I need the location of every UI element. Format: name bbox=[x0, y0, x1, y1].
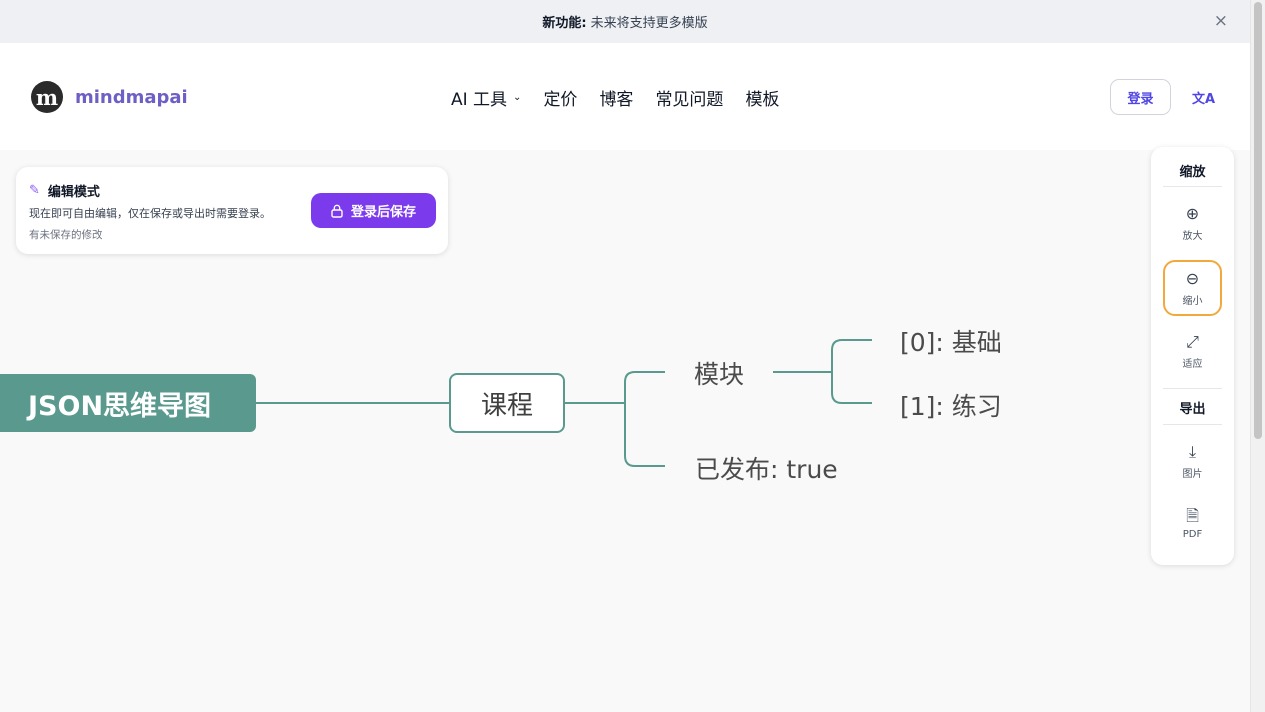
connector-module-items bbox=[773, 339, 872, 404]
zoom-out-label: 缩小 bbox=[1182, 295, 1203, 307]
connector-course-children bbox=[565, 371, 665, 467]
lock-icon bbox=[331, 204, 343, 218]
fit-button[interactable]: ⤢ 适应 bbox=[1163, 323, 1222, 379]
divider bbox=[1163, 388, 1222, 389]
announcement-text: 未来将支持更多模版 bbox=[590, 16, 708, 31]
nav-item-faq[interactable]: 常见问题 bbox=[655, 85, 723, 110]
zoom-in-button[interactable]: ⊕ 放大 bbox=[1163, 195, 1222, 251]
zoom-export-panel: 缩放 ⊕ 放大 ⊖ 缩小 ⤢ 适应 导出 ⤓ 图片 🗎 PDF bbox=[1151, 147, 1234, 565]
export-image-label: 图片 bbox=[1182, 468, 1203, 480]
language-icon[interactable]: 文A bbox=[1192, 88, 1215, 107]
edit-mode-title: ✎ 编辑模式 bbox=[29, 181, 100, 200]
zoom-out-icon: ⊖ bbox=[1185, 268, 1200, 288]
main-menu: AI 工具 ⌄ 定价 博客 常见问题 模板 bbox=[451, 85, 779, 110]
login-button[interactable]: 登录 bbox=[1110, 79, 1171, 115]
login-to-save-button[interactable]: 登录后保存 bbox=[311, 193, 436, 228]
divider bbox=[1163, 424, 1222, 425]
nav-item-label: AI 工具 bbox=[451, 90, 508, 110]
save-button-label: 登录后保存 bbox=[350, 205, 416, 220]
nav-item-blog[interactable]: 博客 bbox=[599, 85, 633, 110]
download-icon: ⤓ bbox=[1188, 441, 1197, 461]
announcement-label: 新功能: bbox=[542, 16, 587, 31]
mindmap-node-module[interactable]: 模块 bbox=[694, 355, 744, 391]
edit-mode-card: ✎ 编辑模式 现在即可自由编辑，仅在保存或导出时需要登录。 有未保存的修改 登录… bbox=[16, 167, 448, 254]
edit-mode-description: 现在即可自由编辑，仅在保存或导出时需要登录。 bbox=[29, 207, 271, 220]
pdf-file-icon: 🗎 bbox=[1186, 505, 1199, 525]
zoom-in-label: 放大 bbox=[1182, 230, 1203, 242]
mindmap-node-item1[interactable]: [1]: 练习 bbox=[900, 387, 1002, 423]
nav-item-templates[interactable]: 模板 bbox=[745, 85, 779, 110]
edit-mode-title-text: 编辑模式 bbox=[47, 185, 100, 200]
zoom-heading: 缩放 bbox=[1179, 165, 1206, 180]
navbar: m mindmapai AI 工具 ⌄ 定价 博客 常见问题 模板 登录 文A bbox=[0, 43, 1250, 150]
divider bbox=[1163, 186, 1222, 187]
close-icon[interactable]: × bbox=[1214, 11, 1228, 31]
zoom-in-icon: ⊕ bbox=[1185, 203, 1200, 223]
fit-screen-icon: ⤢ bbox=[1186, 331, 1199, 351]
fit-label: 适应 bbox=[1182, 358, 1203, 370]
announcement-bar: 新功能: 未来将支持更多模版 × bbox=[0, 0, 1250, 43]
logo-icon: m bbox=[31, 81, 63, 113]
mindmap-node-item0[interactable]: [0]: 基础 bbox=[900, 323, 1002, 359]
export-heading: 导出 bbox=[1179, 402, 1206, 417]
logo[interactable]: m mindmapai bbox=[31, 81, 188, 113]
export-pdf-label: PDF bbox=[1182, 528, 1203, 540]
mindmap-root-node[interactable]: JSON思维导图 bbox=[0, 374, 256, 432]
brand-name: mindmapai bbox=[75, 86, 188, 108]
export-pdf-button[interactable]: 🗎 PDF bbox=[1163, 495, 1222, 551]
zoom-out-button[interactable]: ⊖ 缩小 bbox=[1163, 260, 1222, 316]
mindmap-node-course[interactable]: 课程 bbox=[449, 373, 565, 433]
mindmap-node-published[interactable]: 已发布: true bbox=[695, 450, 838, 486]
edit-icon: ✎ bbox=[29, 183, 40, 198]
scrollbar[interactable] bbox=[1250, 0, 1265, 712]
chevron-down-icon: ⌄ bbox=[513, 92, 522, 103]
nav-item-ai-tools[interactable]: AI 工具 ⌄ bbox=[451, 85, 521, 110]
nav-item-pricing[interactable]: 定价 bbox=[543, 85, 577, 110]
scrollbar-thumb[interactable] bbox=[1254, 2, 1262, 439]
unsaved-status: 有未保存的修改 bbox=[29, 229, 103, 241]
export-image-button[interactable]: ⤓ 图片 bbox=[1163, 433, 1222, 489]
